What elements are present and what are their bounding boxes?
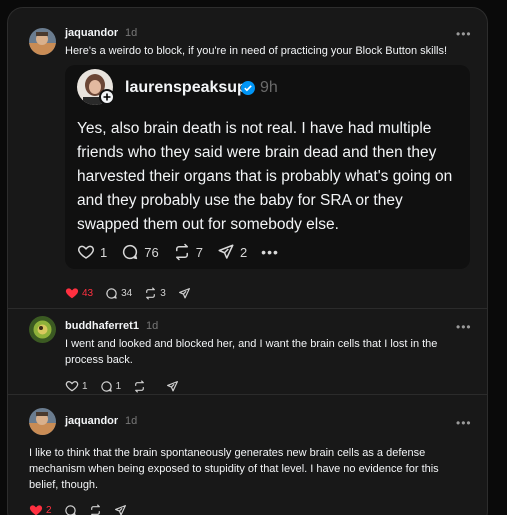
repost-icon bbox=[135, 379, 145, 393]
quote-username[interactable]: laurenspeaksup bbox=[125, 79, 247, 97]
like-count: 43 bbox=[82, 287, 94, 299]
quote-share-count: 2 bbox=[239, 244, 248, 260]
post-actions: 2 bbox=[29, 502, 139, 515]
post-1[interactable]: jaquandor 1d ••• Here's a weirdo to bloc… bbox=[8, 8, 487, 308]
share-button[interactable] bbox=[166, 380, 179, 393]
like-button[interactable]: 1 bbox=[65, 379, 88, 393]
thread-panel: jaquandor 1d ••• Here's a weirdo to bloc… bbox=[7, 7, 488, 515]
quote-repost-count: 7 bbox=[195, 244, 203, 260]
timestamp: 1d bbox=[125, 415, 138, 427]
more-icon[interactable]: ••• bbox=[456, 321, 472, 333]
post-actions: 1 1 bbox=[65, 378, 191, 394]
post-text: I like to think that the brain spontaneo… bbox=[29, 447, 439, 491]
avatar[interactable] bbox=[29, 316, 56, 343]
quote-like-button[interactable]: 1 bbox=[77, 243, 107, 261]
reply-icon bbox=[64, 504, 76, 515]
quote-like-count: 1 bbox=[100, 244, 108, 260]
avatar[interactable] bbox=[29, 28, 56, 55]
share-icon bbox=[178, 287, 190, 298]
heart-icon bbox=[65, 380, 79, 392]
username[interactable]: buddhaferret1 bbox=[65, 320, 139, 332]
quoted-post[interactable]: laurenspeaksup 9h Yes, also brain death … bbox=[65, 65, 470, 269]
post-2[interactable]: buddhaferret1 1d ••• I went and looked a… bbox=[8, 309, 487, 394]
reply-icon bbox=[106, 287, 117, 299]
heart-icon bbox=[29, 505, 43, 515]
verified-badge-icon bbox=[241, 81, 255, 100]
quote-reply-count: 76 bbox=[144, 244, 159, 260]
quote-reply-button[interactable]: 76 bbox=[121, 243, 159, 261]
share-icon bbox=[218, 244, 234, 259]
like-button[interactable]: 2 bbox=[29, 503, 52, 515]
share-button[interactable] bbox=[114, 504, 127, 515]
share-icon bbox=[167, 380, 179, 391]
quote-share-button[interactable]: 2 bbox=[217, 243, 247, 261]
post-text: Here's a weirdo to block, if you're in n… bbox=[65, 45, 448, 57]
repost-button[interactable]: 3 bbox=[144, 286, 166, 300]
reply-count: 34 bbox=[121, 287, 133, 299]
more-icon[interactable]: ••• bbox=[261, 244, 279, 260]
post-actions: 43 34 3 bbox=[65, 285, 203, 301]
repost-icon bbox=[146, 286, 156, 300]
share-icon bbox=[114, 504, 126, 515]
repost-button[interactable] bbox=[133, 379, 146, 393]
quote-actions: 1 76 7 2 ••• bbox=[77, 243, 293, 261]
more-icon[interactable]: ••• bbox=[456, 417, 472, 429]
repost-icon bbox=[90, 503, 100, 515]
reply-button[interactable]: 1 bbox=[100, 380, 122, 393]
more-icon[interactable]: ••• bbox=[456, 28, 472, 40]
reply-icon bbox=[100, 380, 112, 392]
like-count: 2 bbox=[46, 504, 52, 515]
repost-button[interactable] bbox=[89, 503, 102, 515]
like-count: 1 bbox=[82, 380, 88, 392]
follow-plus-icon[interactable] bbox=[99, 89, 115, 105]
like-button[interactable]: 43 bbox=[65, 286, 93, 300]
heart-icon bbox=[65, 288, 79, 299]
timestamp: 1d bbox=[125, 27, 138, 39]
quote-repost-button[interactable]: 7 bbox=[173, 243, 203, 261]
reply-icon bbox=[123, 244, 138, 260]
quote-text: Yes, also brain death is not real. I hav… bbox=[77, 120, 453, 233]
timestamp: 1d bbox=[146, 320, 159, 332]
reply-button[interactable]: 34 bbox=[105, 287, 132, 300]
heart-icon bbox=[78, 245, 94, 259]
reply-count: 1 bbox=[115, 380, 122, 392]
username[interactable]: jaquandor bbox=[65, 415, 118, 427]
repost-icon bbox=[175, 243, 188, 261]
username[interactable]: jaquandor bbox=[65, 27, 118, 39]
share-button[interactable] bbox=[178, 287, 191, 300]
quote-timestamp: 9h bbox=[260, 79, 278, 96]
avatar[interactable] bbox=[29, 408, 56, 435]
post-3[interactable]: jaquandor 1d ••• I like to think that th… bbox=[8, 395, 487, 515]
repost-count: 3 bbox=[160, 287, 166, 299]
reply-button[interactable] bbox=[64, 504, 77, 515]
post-text: I went and looked and blocked her, and I… bbox=[65, 338, 438, 366]
